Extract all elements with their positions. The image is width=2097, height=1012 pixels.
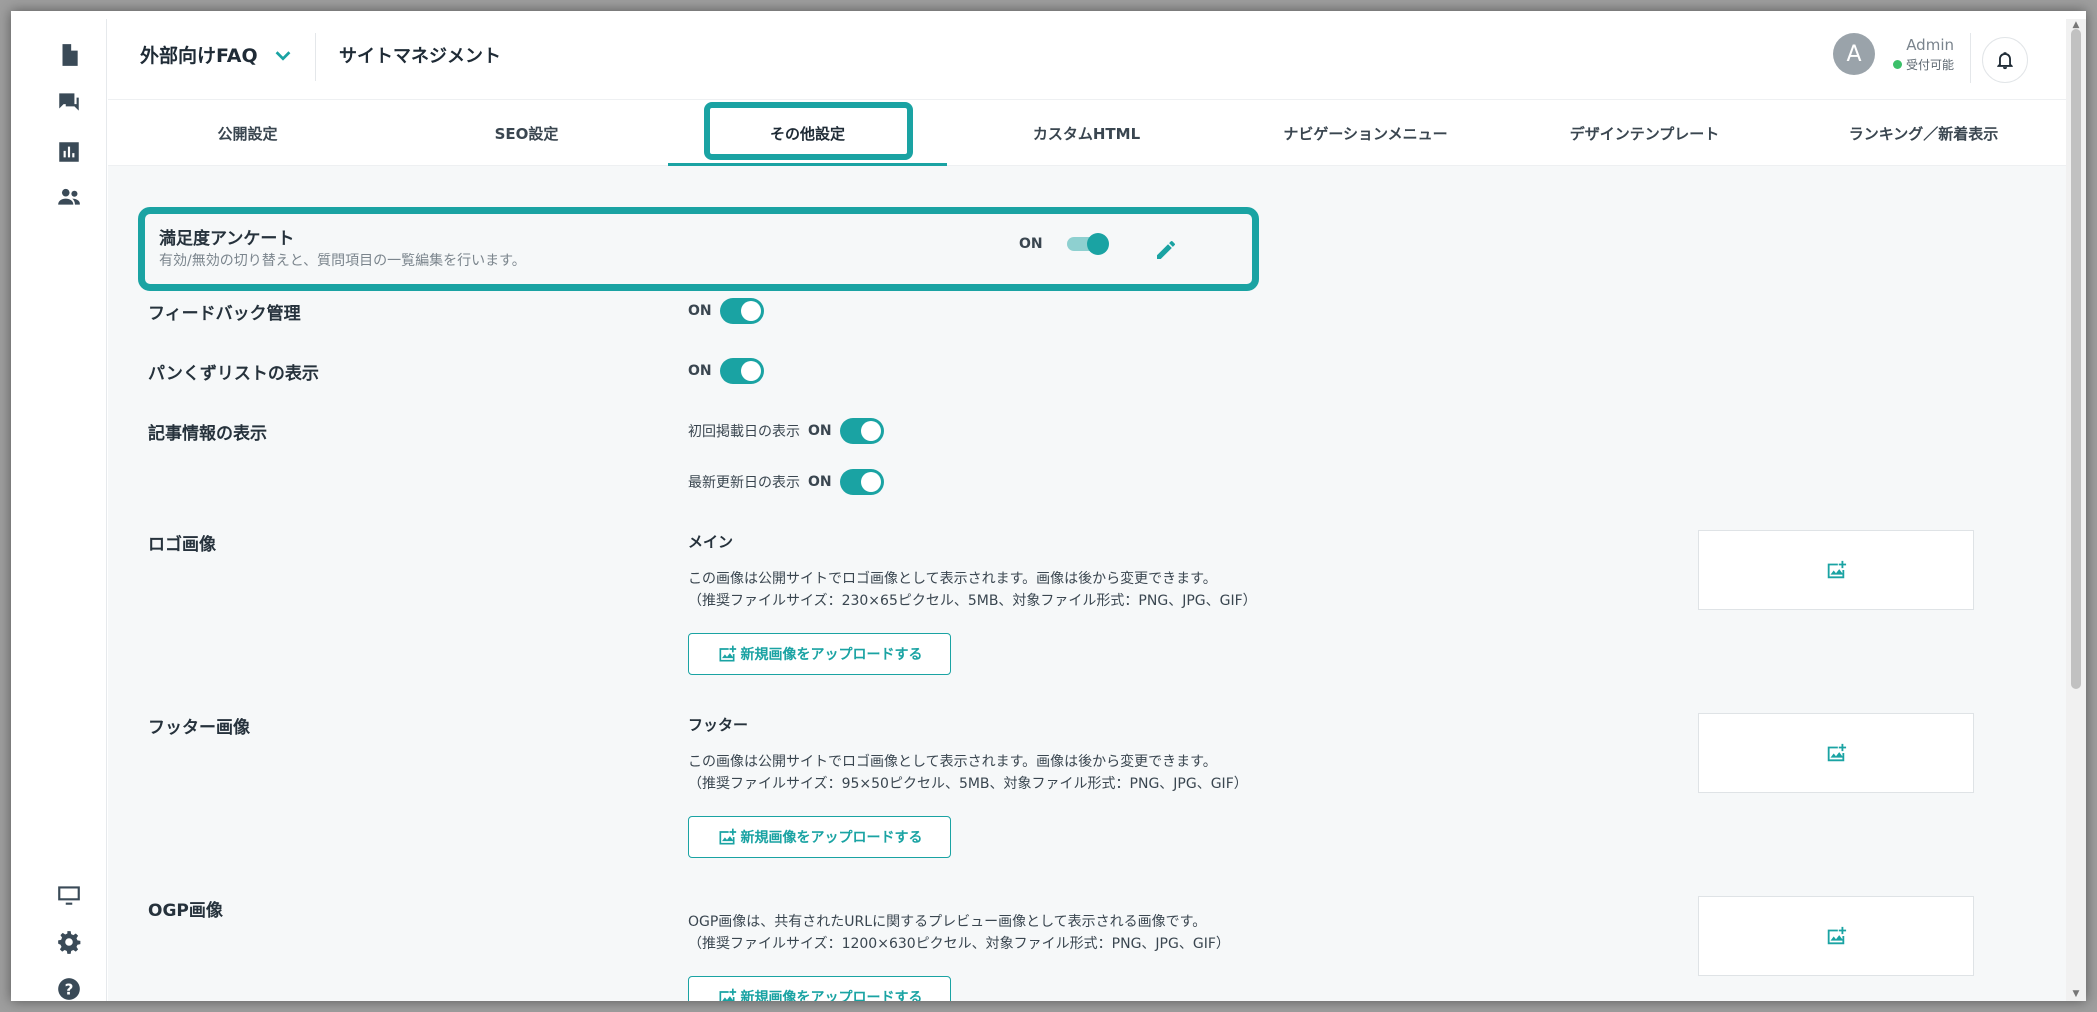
settings-tabs: 公開設定 SEO設定 その他設定 カスタムHTML ナビゲーションメニュー デザ…	[108, 100, 2066, 166]
breadcrumb-switch: ON	[688, 358, 764, 384]
chat-icon[interactable]	[31, 82, 107, 122]
help-icon[interactable]: ?	[31, 969, 107, 1001]
settings-content: 満足度アンケート 有効/無効の切り替えと、質問項目の一覧編集を行います。 ON …	[108, 166, 2066, 1001]
logo-image-slot[interactable]	[1698, 530, 1974, 610]
tab-other-settings[interactable]: その他設定	[668, 100, 947, 166]
user-status-label: 受付可能	[1905, 57, 1954, 72]
chart-icon[interactable]	[31, 132, 107, 172]
ogp-desc-line2: （推奨ファイルサイズ：1200×630ピクセル、対象ファイル形式：PNG、JPG…	[688, 936, 1230, 952]
last-updated-switch: 最新更新日の表示 ON	[688, 469, 884, 495]
tab-custom-html[interactable]: カスタムHTML	[947, 100, 1226, 166]
first-published-toggle[interactable]	[839, 418, 884, 444]
user-menu[interactable]: A Admin 受付可能	[1832, 33, 1954, 75]
add-photo-icon	[719, 828, 736, 845]
app-window: ? 外部向けFAQ サイトマネジメント A Admin 受付可能 公開設定 SE…	[11, 11, 2086, 1001]
feedback-toggle[interactable]	[719, 298, 764, 324]
header-divider-right	[1970, 33, 1971, 83]
feedback-title: フィードバック管理	[148, 304, 301, 324]
survey-title: 満足度アンケート	[159, 229, 295, 249]
article-info-title: 記事情報の表示	[148, 424, 267, 444]
footer-desc-line1: この画像は公開サイトでロゴ画像として表示されます。画像は後から変更できます。	[688, 754, 1217, 770]
last-updated-state: ON	[808, 474, 832, 490]
sidebar: ?	[31, 19, 107, 1001]
first-published-switch: 初回掲載日の表示 ON	[688, 418, 884, 444]
first-published-state: ON	[808, 423, 832, 439]
footer-upload-label: 新規画像をアップロードする	[740, 830, 923, 846]
edit-survey-button[interactable]	[1152, 236, 1180, 264]
user-name: Admin	[1906, 35, 1954, 54]
breadcrumb-toggle[interactable]	[719, 358, 764, 384]
tab-ranking-new[interactable]: ランキング／新着表示	[1784, 100, 2063, 166]
pencil-icon	[1157, 240, 1175, 259]
site-selector[interactable]: 外部向けFAQ	[140, 41, 294, 68]
logo-desc-line2: （推奨ファイルサイズ：230×65ピクセル、5MB、対象ファイル形式：PNG、J…	[688, 593, 1257, 609]
header-divider	[315, 33, 316, 81]
scroll-thumb[interactable]	[2071, 29, 2081, 689]
add-photo-icon	[1827, 560, 1847, 579]
add-photo-icon	[1827, 926, 1847, 945]
toggle-knob	[1086, 233, 1109, 255]
notification-button[interactable]	[1982, 37, 2028, 83]
ogp-image-slot[interactable]	[1698, 896, 1974, 976]
svg-text:?: ?	[65, 980, 74, 998]
toggle-knob	[860, 472, 881, 492]
monitor-icon[interactable]	[31, 875, 107, 915]
survey-description: 有効/無効の切り替えと、質問項目の一覧編集を行います。	[159, 253, 526, 269]
gear-icon[interactable]	[31, 922, 107, 962]
ogp-upload-button[interactable]: 新規画像をアップロードする	[688, 976, 951, 1001]
survey-setting-card: 満足度アンケート 有効/無効の切り替えと、質問項目の一覧編集を行います。 ON	[138, 207, 1259, 291]
last-updated-toggle[interactable]	[839, 469, 884, 495]
footer-sub-label: フッター	[688, 716, 749, 734]
people-icon[interactable]	[31, 177, 107, 217]
ogp-desc-line1: OGP画像は、共有されたURLに関するプレビュー画像として表示される画像です。	[688, 914, 1207, 930]
ogp-upload-label: 新規画像をアップロードする	[740, 990, 923, 1001]
logo-upload-button[interactable]: 新規画像をアップロードする	[688, 633, 951, 675]
logo-image-title: ロゴ画像	[148, 535, 216, 555]
chevron-down-icon	[275, 50, 291, 61]
first-published-label: 初回掲載日の表示	[688, 424, 800, 440]
ogp-image-title: OGP画像	[148, 901, 223, 921]
footer-image-slot[interactable]	[1698, 713, 1974, 793]
toggle-knob	[740, 361, 761, 381]
footer-image-title: フッター画像	[148, 718, 250, 738]
toggle-knob	[860, 421, 881, 441]
add-photo-icon	[719, 988, 736, 1001]
tab-design-template[interactable]: デザインテンプレート	[1505, 100, 1784, 166]
page-title: サイトマネジメント	[339, 46, 501, 67]
status-dot	[1892, 59, 1902, 69]
user-status: 受付可能	[1892, 56, 1954, 73]
page-scrollbar[interactable]: ▲ ▼	[2066, 19, 2086, 1001]
scroll-down-icon[interactable]: ▼	[2070, 989, 2082, 999]
user-info: Admin 受付可能	[1892, 35, 1954, 73]
logo-upload-label: 新規画像をアップロードする	[740, 647, 923, 663]
breadcrumb-state-label: ON	[688, 363, 712, 379]
document-icon[interactable]	[31, 35, 107, 75]
footer-upload-button[interactable]: 新規画像をアップロードする	[688, 816, 951, 858]
add-photo-icon	[1827, 743, 1847, 762]
add-photo-icon	[719, 645, 736, 662]
survey-switch: ON	[1019, 233, 1109, 255]
logo-desc-line1: この画像は公開サイトでロゴ画像として表示されます。画像は後から変更できます。	[688, 571, 1217, 587]
bell-icon	[1997, 52, 2013, 70]
tab-navigation-menu[interactable]: ナビゲーションメニュー	[1226, 100, 1505, 166]
survey-state-label: ON	[1019, 236, 1043, 252]
site-name: 外部向けFAQ	[140, 45, 258, 67]
footer-desc-line2: （推奨ファイルサイズ：95×50ピクセル、5MB、対象ファイル形式：PNG、JP…	[688, 776, 1248, 792]
logo-sub-label: メイン	[688, 533, 734, 551]
feedback-state-label: ON	[688, 303, 712, 319]
breadcrumb-title: パンくずリストの表示	[148, 364, 319, 384]
survey-toggle[interactable]	[1066, 233, 1109, 255]
avatar[interactable]: A	[1832, 33, 1875, 75]
top-header: 外部向けFAQ サイトマネジメント A Admin 受付可能	[108, 19, 2066, 100]
tab-seo-settings[interactable]: SEO設定	[387, 100, 666, 166]
last-updated-label: 最新更新日の表示	[688, 475, 800, 491]
feedback-switch: ON	[688, 298, 764, 324]
toggle-knob	[740, 301, 761, 321]
tab-publish-settings[interactable]: 公開設定	[108, 100, 387, 166]
